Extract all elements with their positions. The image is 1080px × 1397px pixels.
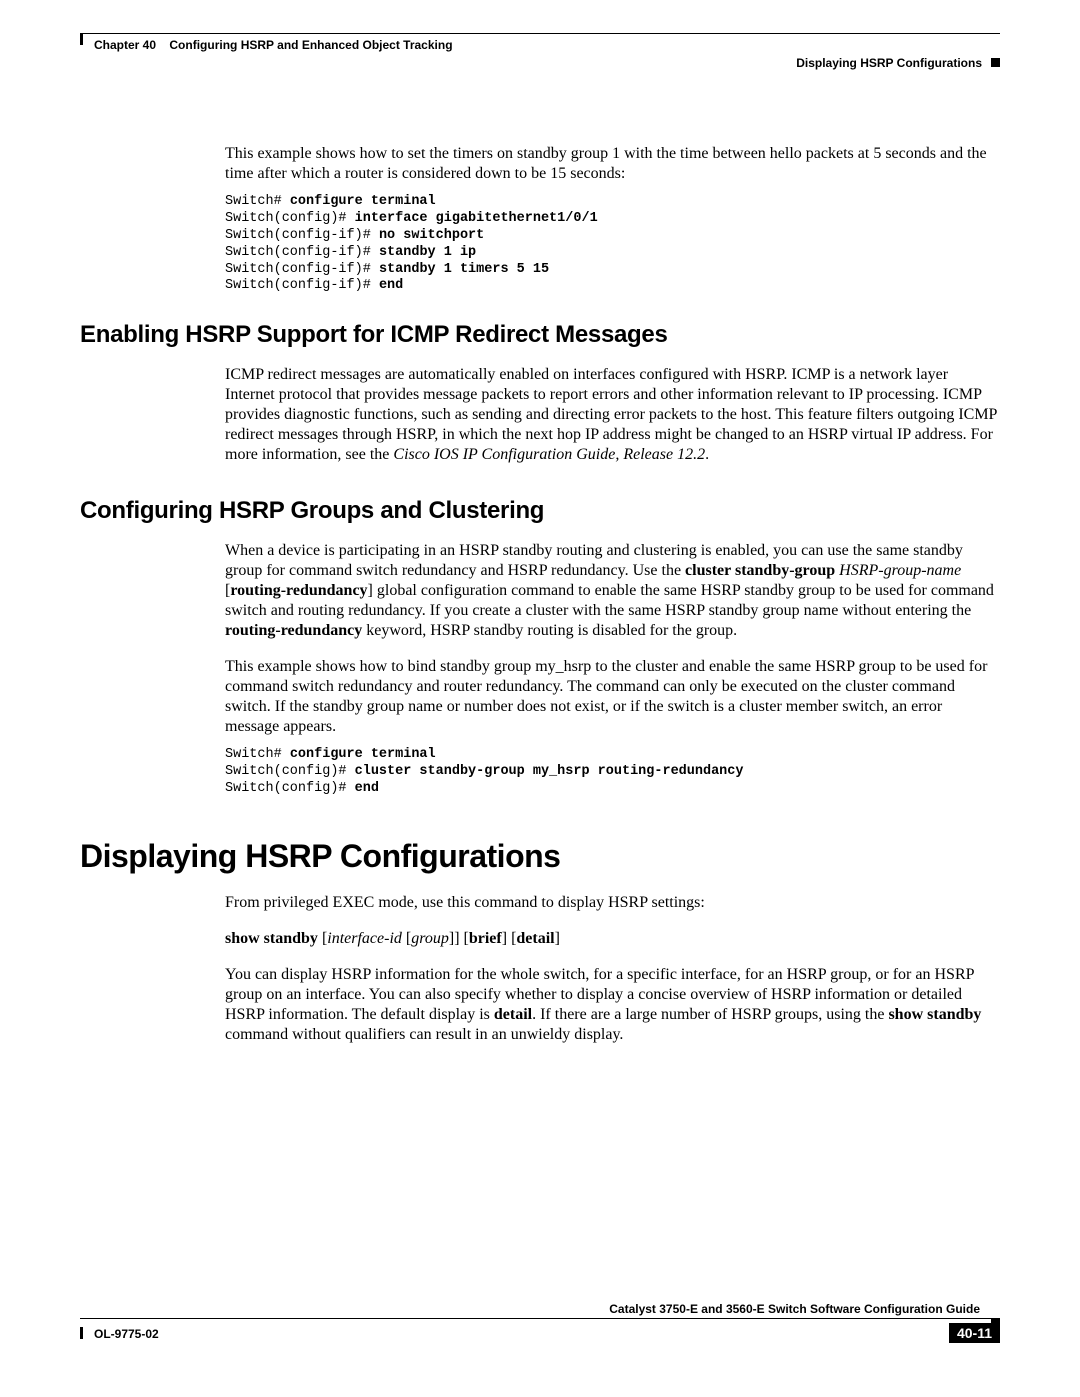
chapter-label: Chapter 40 xyxy=(94,38,156,52)
page-footer: Catalyst 3750-E and 3560-E Switch Softwa… xyxy=(80,1318,1000,1359)
footer-bar-icon xyxy=(80,1327,83,1339)
code-block-2: Switch# configure terminal Switch(config… xyxy=(225,747,1000,798)
heading-display: Displaying HSRP Configurations xyxy=(80,838,1000,875)
chapter-line: Chapter 40 Configuring HSRP and Enhanced… xyxy=(94,38,1000,52)
page-header: Chapter 40 Configuring HSRP and Enhanced… xyxy=(80,33,1000,52)
display-paragraph-2: You can display HSRP information for the… xyxy=(225,965,1000,1045)
command-syntax: show standby [interface-id [group]] [bri… xyxy=(225,929,1000,949)
footer-doc-id: OL-9775-02 xyxy=(94,1327,159,1341)
heading-cluster: Configuring HSRP Groups and Clustering xyxy=(80,497,1000,525)
icmp-paragraph: ICMP redirect messages are automatically… xyxy=(225,365,1000,465)
code-block-1: Switch# configure terminal Switch(config… xyxy=(225,194,1000,295)
header-bar-icon xyxy=(80,33,83,45)
cluster-paragraph-1: When a device is participating in an HSR… xyxy=(225,541,1000,641)
main-content: This example shows how to set the timers… xyxy=(80,128,1000,1055)
section-label: Displaying HSRP Configurations xyxy=(796,56,982,70)
footer-line: OL-9775-02 40-11 xyxy=(80,1318,1000,1359)
page: Chapter 40 Configuring HSRP and Enhanced… xyxy=(0,0,1080,1397)
header-tab-icon xyxy=(991,58,1000,67)
heading-icmp: Enabling HSRP Support for ICMP Redirect … xyxy=(80,321,1000,349)
footer-doc-title: Catalyst 3750-E and 3560-E Switch Softwa… xyxy=(609,1302,980,1316)
display-paragraph-1: From privileged EXEC mode, use this comm… xyxy=(225,893,1000,913)
intro-paragraph: This example shows how to set the timers… xyxy=(225,144,1000,184)
page-number: 40-11 xyxy=(949,1323,1000,1343)
chapter-title: Configuring HSRP and Enhanced Object Tra… xyxy=(169,38,452,52)
cluster-paragraph-2: This example shows how to bind standby g… xyxy=(225,657,1000,737)
